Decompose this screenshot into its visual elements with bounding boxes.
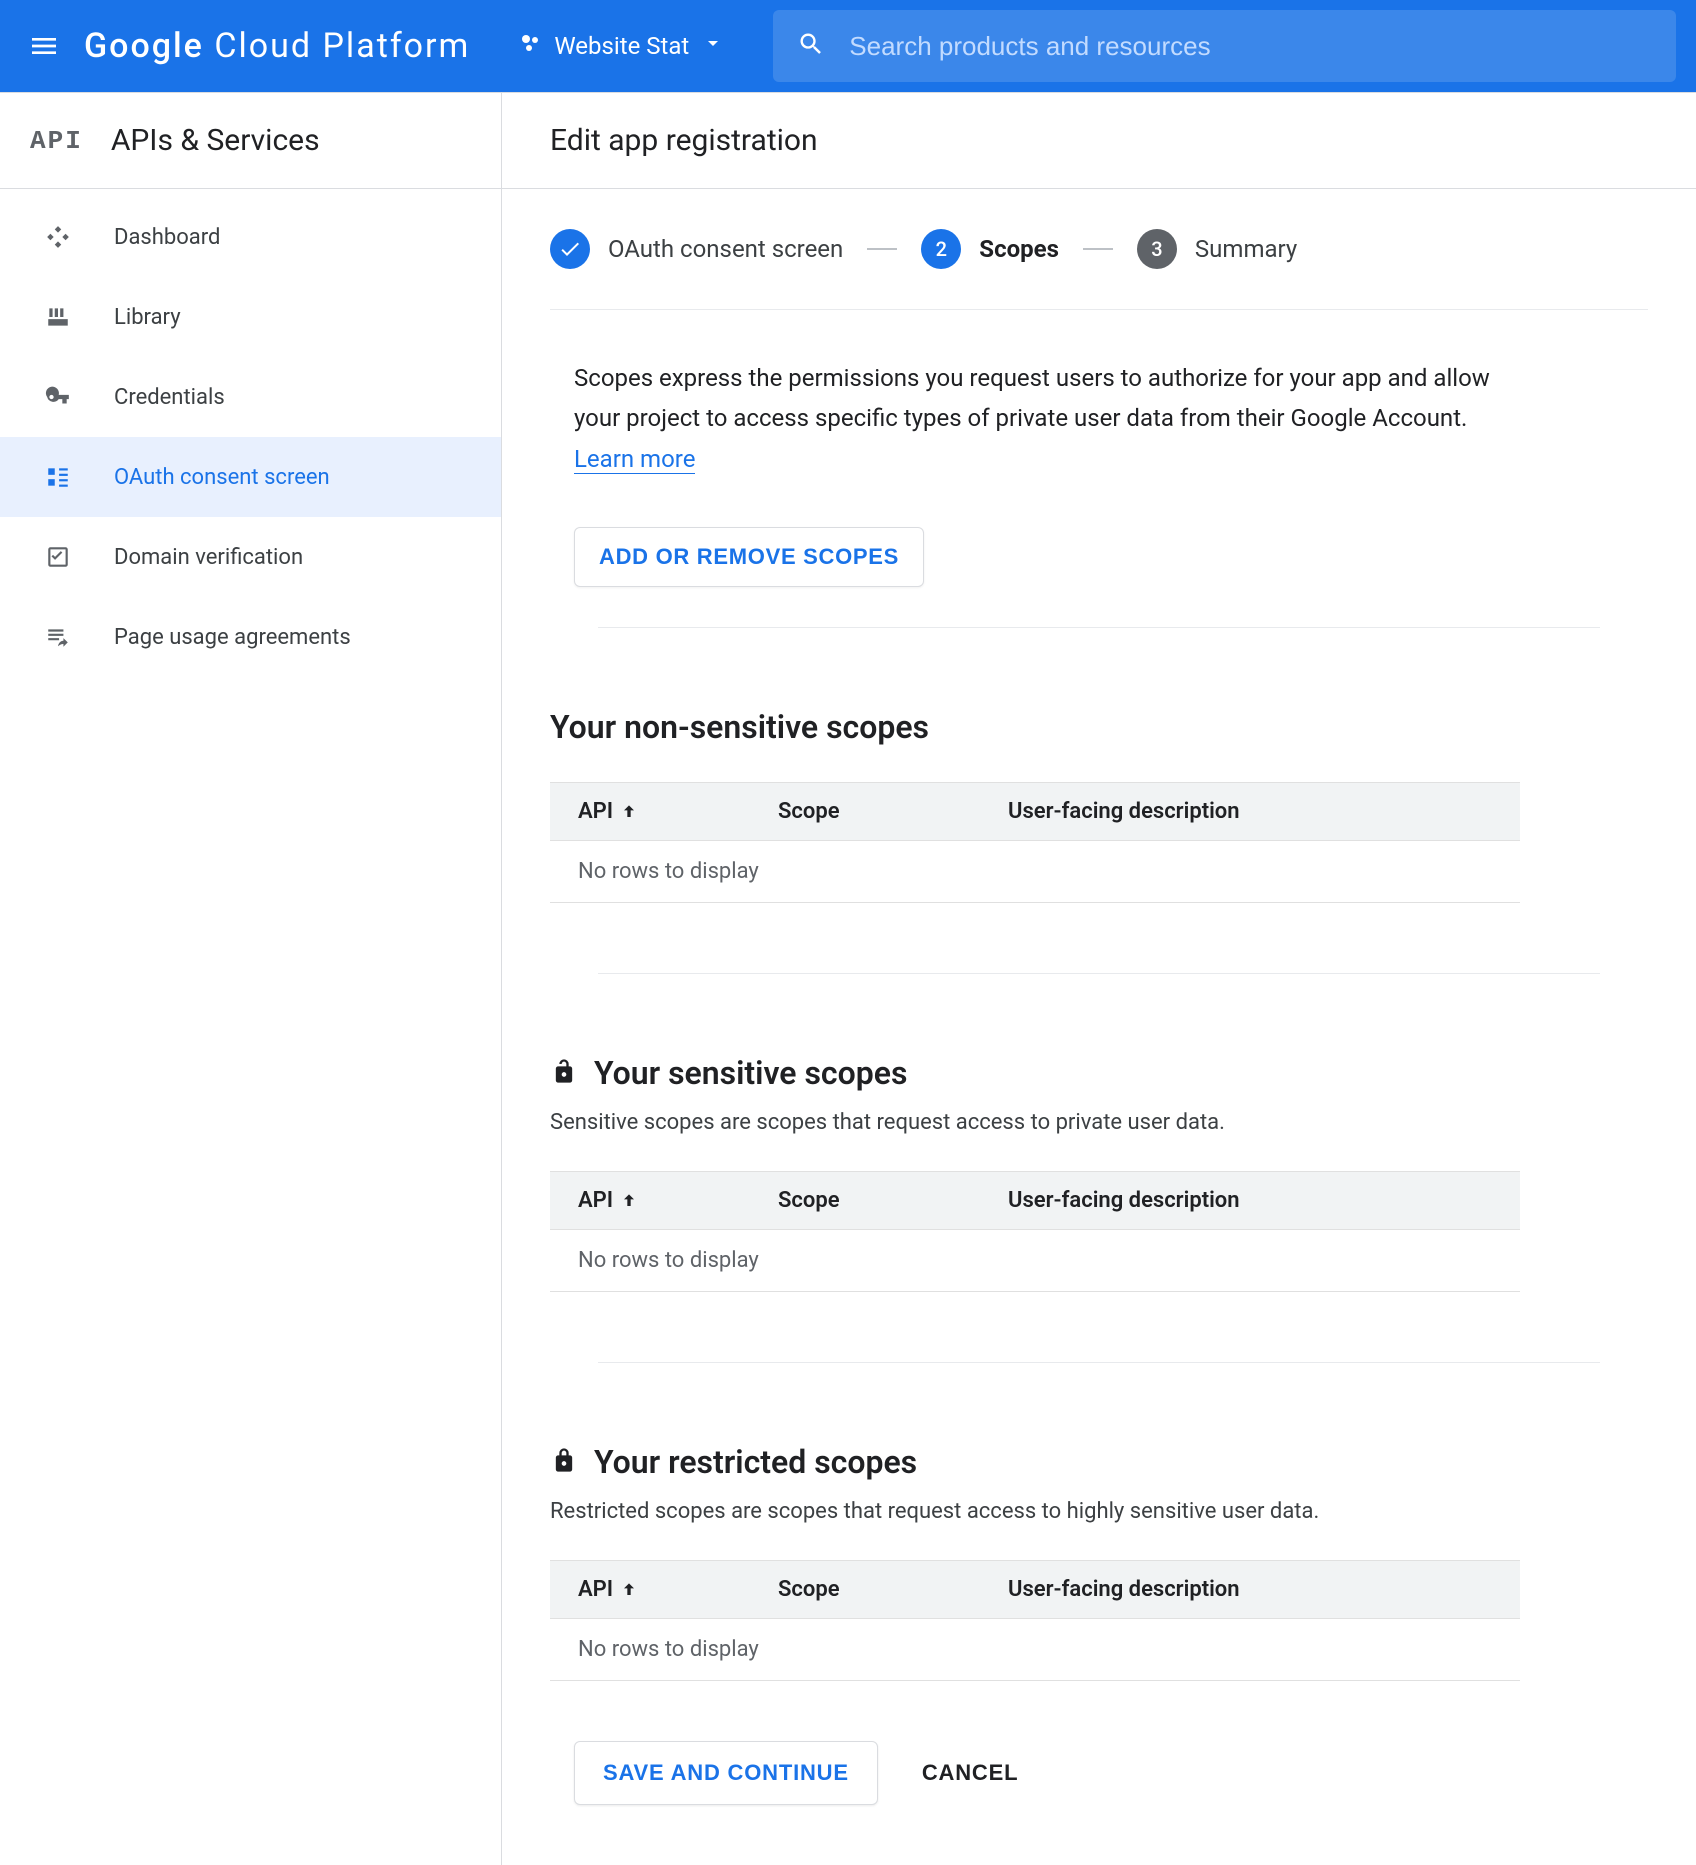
section-sensitive-scopes: Your sensitive scopes Sensitive scopes a… — [550, 974, 1648, 1292]
save-and-continue-button[interactable]: SAVE AND CONTINUE — [574, 1741, 878, 1805]
actions-row: SAVE AND CONTINUE CANCEL — [550, 1681, 1648, 1805]
section-description: Restricted scopes are scopes that reques… — [550, 1499, 1648, 1524]
step-label: Scopes — [979, 235, 1059, 263]
sidebar-item-label: Credentials — [114, 385, 225, 410]
step-summary[interactable]: 3 Summary — [1137, 229, 1297, 269]
page-title: Edit app registration — [550, 123, 818, 158]
step-label: Summary — [1195, 235, 1297, 263]
column-header-api[interactable]: API — [550, 782, 750, 840]
sidebar-item-domain-verification[interactable]: Domain verification — [0, 517, 501, 597]
sort-arrow-up-icon — [613, 799, 639, 824]
step-separator — [1083, 248, 1113, 250]
sidebar-item-label: Library — [114, 305, 181, 330]
column-header-description[interactable]: User-facing description — [980, 1171, 1520, 1229]
sidebar-item-oauth-consent[interactable]: OAuth consent screen — [0, 437, 501, 517]
sidebar-item-dashboard[interactable]: Dashboard — [0, 197, 501, 277]
search-container[interactable] — [773, 10, 1676, 82]
sidebar-item-page-usage-agreements[interactable]: Page usage agreements — [0, 597, 501, 677]
section-non-sensitive-scopes: Your non-sensitive scopes API Scope User… — [550, 628, 1648, 903]
step-oauth-consent[interactable]: OAuth consent screen — [550, 229, 843, 269]
sidebar-item-label: OAuth consent screen — [114, 465, 330, 490]
section-title: Your restricted scopes — [594, 1443, 917, 1481]
check-icon — [550, 229, 590, 269]
sidebar-header: API APIs & Services — [0, 93, 501, 189]
column-header-scope[interactable]: Scope — [750, 1560, 980, 1618]
restricted-scopes-table: API Scope User-facing description No row… — [550, 1560, 1520, 1681]
app-header: Google Cloud Platform Website Stat — [0, 0, 1696, 92]
column-header-description[interactable]: User-facing description — [980, 782, 1520, 840]
sidebar: API APIs & Services Dashboard Library — [0, 93, 502, 1865]
sidebar-item-library[interactable]: Library — [0, 277, 501, 357]
column-header-api[interactable]: API — [550, 1560, 750, 1618]
intro-text: Scopes express the permissions you reque… — [574, 358, 1506, 479]
add-remove-scopes-button[interactable]: ADD OR REMOVE SCOPES — [574, 527, 924, 587]
search-icon — [797, 30, 825, 62]
project-icon — [518, 31, 542, 61]
agreements-icon — [42, 621, 74, 653]
step-number: 3 — [1137, 229, 1177, 269]
chevron-down-icon — [701, 31, 725, 61]
project-name: Website Stat — [554, 32, 689, 60]
non-sensitive-scopes-table: API Scope User-facing description No row… — [550, 782, 1520, 903]
step-number: 2 — [921, 229, 961, 269]
page-title-row: Edit app registration — [502, 93, 1696, 189]
sort-arrow-up-icon — [613, 1188, 639, 1213]
stepper: OAuth consent screen 2 Scopes 3 Summary — [502, 189, 1696, 309]
brand-rest: Cloud Platform — [204, 26, 470, 66]
column-header-api[interactable]: API — [550, 1171, 750, 1229]
learn-more-link[interactable]: Learn more — [574, 445, 695, 474]
dashboard-icon — [42, 221, 74, 253]
empty-row: No rows to display — [550, 1229, 1520, 1291]
menu-icon[interactable] — [20, 22, 68, 70]
column-header-description[interactable]: User-facing description — [980, 1560, 1520, 1618]
sidebar-item-label: Domain verification — [114, 545, 303, 570]
column-header-scope[interactable]: Scope — [750, 1171, 980, 1229]
intro-body: Scopes express the permissions you reque… — [574, 364, 1490, 432]
sort-arrow-up-icon — [613, 1577, 639, 1602]
empty-row: No rows to display — [550, 1618, 1520, 1680]
project-picker[interactable]: Website Stat — [518, 31, 725, 61]
lock-icon — [550, 1446, 578, 1478]
library-icon — [42, 301, 74, 333]
search-input[interactable] — [849, 31, 1652, 62]
brand-title: Google Cloud Platform — [84, 26, 470, 66]
sidebar-title: APIs & Services — [111, 123, 320, 158]
step-scopes[interactable]: 2 Scopes — [921, 229, 1059, 269]
cancel-button[interactable]: CANCEL — [906, 1760, 1034, 1786]
main-content: Edit app registration OAuth consent scre… — [502, 93, 1696, 1865]
section-title: Your non-sensitive scopes — [550, 708, 929, 746]
sidebar-item-credentials[interactable]: Credentials — [0, 357, 501, 437]
empty-row: No rows to display — [550, 840, 1520, 902]
brand-strong: Google — [84, 26, 204, 66]
step-separator — [867, 248, 897, 250]
unlock-icon — [550, 1057, 578, 1089]
section-restricted-scopes: Your restricted scopes Restricted scopes… — [550, 1363, 1648, 1681]
section-description: Sensitive scopes are scopes that request… — [550, 1110, 1648, 1135]
column-header-scope[interactable]: Scope — [750, 782, 980, 840]
sidebar-nav: Dashboard Library Credentials OAuth cons… — [0, 189, 501, 677]
check-box-icon — [42, 541, 74, 573]
step-label: OAuth consent screen — [608, 235, 843, 263]
api-logo: API — [30, 126, 83, 156]
key-icon — [42, 381, 74, 413]
sensitive-scopes-table: API Scope User-facing description No row… — [550, 1171, 1520, 1292]
consent-icon — [42, 461, 74, 493]
section-title: Your sensitive scopes — [594, 1054, 907, 1092]
sidebar-item-label: Page usage agreements — [114, 625, 351, 650]
sidebar-item-label: Dashboard — [114, 225, 220, 250]
